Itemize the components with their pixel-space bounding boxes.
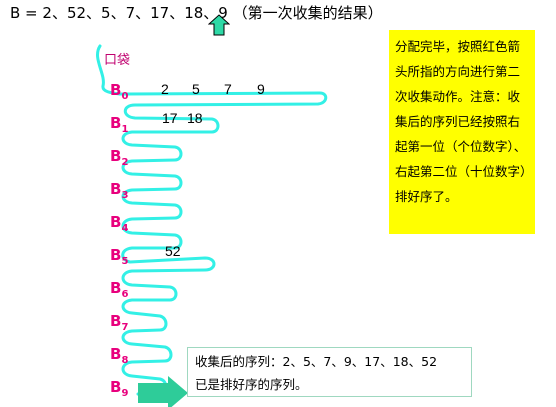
bucket-0-number: 5 — [192, 81, 200, 97]
bucket-label-6: B6 — [110, 279, 129, 300]
bucket-0-number: 7 — [224, 81, 232, 97]
bucket-label-9: B9 — [110, 378, 129, 399]
bucket-5-number: 52 — [165, 243, 181, 259]
bucket-label-0: B0 — [110, 81, 129, 102]
result-status: 已是排好序的序列。 — [195, 377, 308, 392]
bucket-0-number: 9 — [257, 81, 265, 97]
bucket-label-5: B5 — [110, 246, 129, 267]
result-sequence: 收集后的序列：2、5、7、9、17、18、52 — [195, 354, 438, 369]
bucket-1-number: 18 — [187, 110, 203, 126]
bucket-label-4: B4 — [110, 213, 129, 234]
bucket-label-3: B3 — [110, 180, 129, 201]
bucket-1-number: 17 — [162, 110, 178, 126]
rope-path — [96, 44, 328, 396]
explanation-note: 分配完毕，按照红色箭头所指的方向进行第二次收集动作。注意：收集后的序列已经按照右… — [389, 30, 535, 234]
result-box: 收集后的序列：2、5、7、9、17、18、52 已是排好序的序列。 — [187, 347, 472, 397]
bucket-label-1: B1 — [110, 114, 129, 135]
bucket-label-7: B7 — [110, 312, 129, 333]
bucket-0-number: 2 — [161, 81, 169, 97]
bucket-label-8: B8 — [110, 345, 129, 366]
bucket-label-2: B2 — [110, 147, 129, 168]
